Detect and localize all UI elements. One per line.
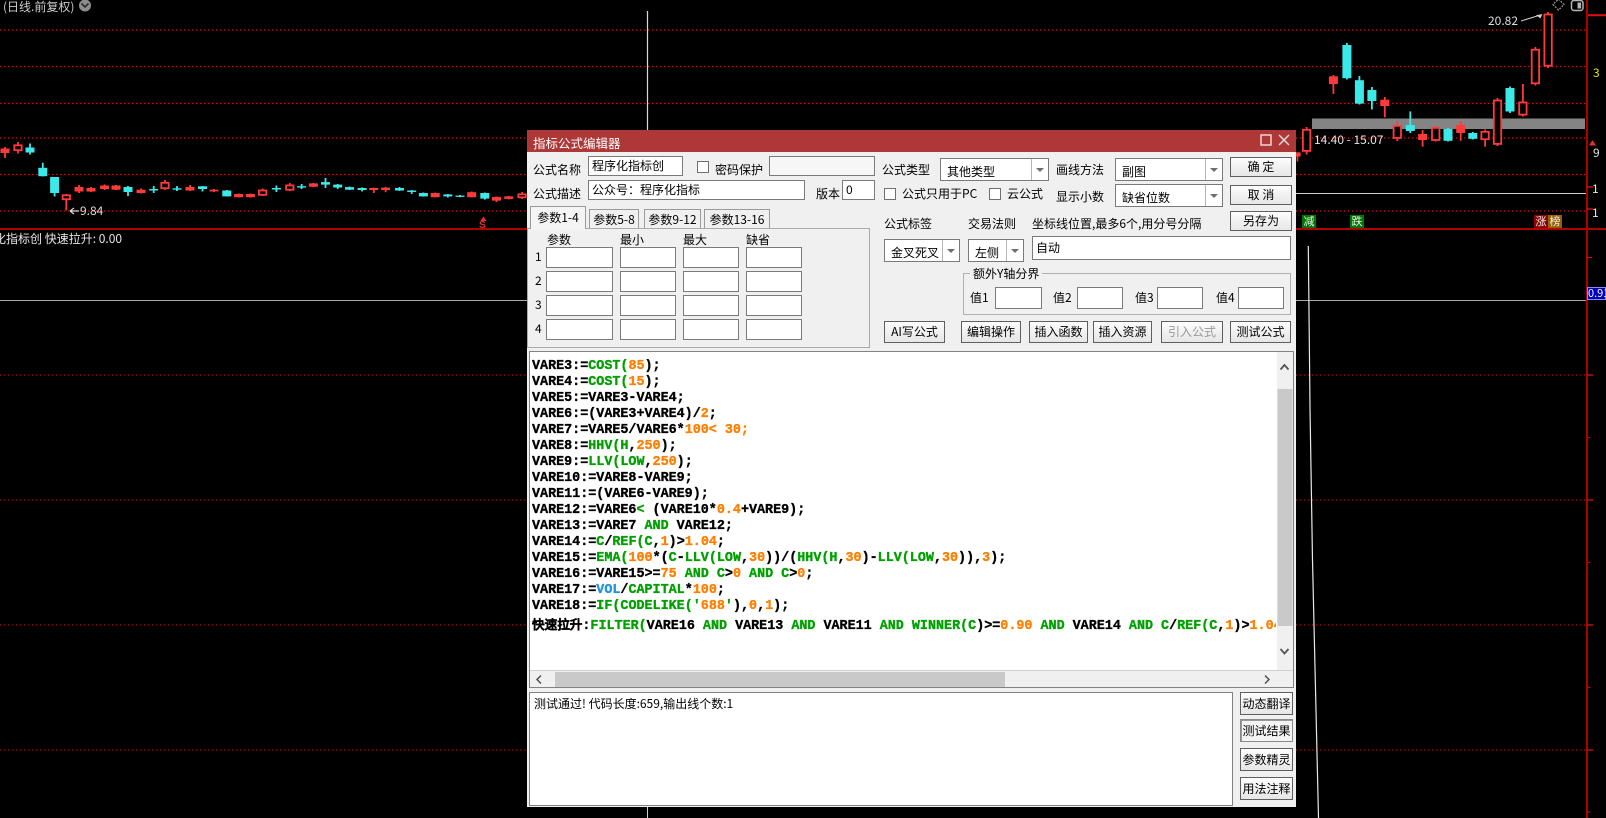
svg-text:S: S: [479, 220, 486, 231]
